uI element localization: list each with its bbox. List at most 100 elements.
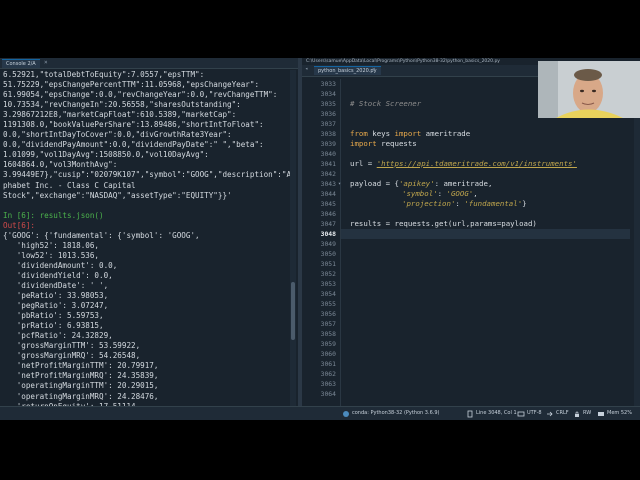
line-number: 3039	[320, 140, 336, 148]
line-number: 3040	[320, 150, 336, 158]
console-line: 10.73534,"revChangeIn":20.56558,"sharesO…	[3, 100, 241, 110]
line-number: 3063	[320, 380, 336, 388]
line-number: 3050	[320, 250, 336, 258]
current-line-highlight	[341, 229, 630, 239]
presenter-video	[538, 61, 640, 118]
console-tab[interactable]: Console 2/A	[2, 59, 40, 68]
console-line: 1604864.0,"vol3MonthAvg":	[3, 160, 118, 170]
line-number: 3034	[320, 90, 336, 98]
console-line: In [6]: results.json()	[3, 210, 104, 220]
close-icon[interactable]: ×	[44, 59, 48, 66]
line-number: 3041	[320, 160, 336, 168]
console-line: 61.99054,"epsChange":0.0,"revChangeYear"…	[3, 90, 278, 100]
console-line: 'low52': 1013.536,	[3, 250, 100, 260]
line-number: 3051	[320, 260, 336, 268]
lock-icon	[575, 411, 579, 417]
code-line-symbol: 'symbol': 'GOOG',	[402, 189, 478, 198]
console-line: 3.29867212E8,"marketCapFloat":610.5389,"…	[3, 110, 237, 120]
console-line: 'grossMarginMRQ': 54.26548,	[3, 351, 141, 361]
console-line: 'high52': 1818.06,	[3, 240, 100, 250]
webcam-overlay	[538, 61, 640, 118]
console-line: 1191308.0,"bookValuePerShare":13.89486,"…	[3, 120, 264, 130]
line-number: 3060	[320, 350, 336, 358]
code-editor[interactable]: 3033 3034 3035 3036 3037 3038 3039 3040 3041 3042…	[302, 79, 640, 406]
console-line: 'peRatio': 33.98053,	[3, 291, 109, 301]
cursor-icon	[467, 410, 473, 418]
console-line: 1.01099,"vol1DayAvg":1508850.0,"vol10Day…	[3, 150, 209, 160]
console-line: 'pbRatio': 5.59753,	[3, 311, 104, 321]
status-line-col: Line 3048, Col 1	[476, 410, 517, 416]
line-number: 3045	[320, 200, 336, 208]
line-number: 3038	[320, 130, 336, 138]
line-number: 3056	[320, 310, 336, 318]
console-line: 3.99449E7},"cusip":"02079K107","symbol":…	[3, 170, 293, 180]
status-rw: RW	[583, 410, 592, 416]
console-line: 6.52921,"totalDebtToEquity":7.0557,"epsT…	[3, 70, 205, 79]
console-output[interactable]: 6.52921,"totalDebtToEquity":7.0557,"epsT…	[0, 70, 293, 406]
encoding-icon	[517, 411, 525, 417]
line-number: 3054	[320, 290, 336, 298]
line-number: 3053	[320, 280, 336, 288]
console-line: 0.0,"shortIntDayToCover":0.0,"divGrowthR…	[3, 130, 232, 140]
line-number: 3048	[320, 230, 336, 238]
line-number: 3047	[320, 220, 336, 228]
editor-tab[interactable]: python_basics_2020.py	[314, 66, 381, 75]
code-line-import: import requests	[350, 139, 417, 148]
code-line-results: results = requests.get(url,params=payloa…	[350, 219, 537, 228]
line-number: 3058	[320, 330, 336, 338]
code-line-payload: payload = {'apikey': ameritrade,	[350, 179, 493, 188]
console-line: 'prRatio': 6.93815,	[3, 321, 104, 331]
chevron-left-icon[interactable]: ◂	[305, 66, 308, 72]
console-line: phabet Inc. - Class C Capital	[3, 180, 136, 190]
status-bar: conda: Python38-32 (Python 3.6.9) Line 3…	[0, 406, 640, 420]
line-number-gutter: 3033 3034 3035 3036 3037 3038 3039 3040 3041 3042…	[302, 79, 341, 406]
code-line-url: url = 'https://api.tdameritrade.com/v1/i…	[350, 159, 577, 168]
status-eol: CRLF	[556, 410, 569, 416]
memory-icon	[598, 412, 604, 416]
line-number: 3052	[320, 270, 336, 278]
console-line: 'pcfRatio': 24.32829,	[3, 331, 113, 341]
status-mem: Mem 52%	[607, 410, 632, 416]
python-icon	[343, 411, 349, 417]
line-number: 3049	[320, 240, 336, 248]
line-number: 3042	[320, 170, 336, 178]
line-number: 3061	[320, 360, 336, 368]
console-line: 'dividendAmount': 0.0,	[3, 260, 118, 270]
editor-scrollbar[interactable]	[634, 79, 640, 406]
console-line: 'operatingMarginMRQ': 24.28476,	[3, 391, 159, 401]
eol-icon	[547, 411, 553, 417]
console-line: 51.75229,"epsChangePercentTTM":11.05968,…	[3, 80, 260, 90]
line-number: 3035	[320, 100, 336, 108]
code-line-from-import: from keys import ameritrade	[350, 129, 471, 138]
fold-icon[interactable]: ▾	[338, 181, 341, 187]
console-line: 'operatingMarginTTM': 20.29015,	[3, 381, 159, 391]
line-number: 3036	[320, 110, 336, 118]
console-line: Stock","exchange":"NASDAQ","assetType":"…	[3, 190, 232, 200]
code-line-projection: 'projection': 'fundamental'}	[402, 199, 527, 208]
console-line: 'dividendYield': 0.0,	[3, 270, 113, 280]
scrollbar-thumb[interactable]	[291, 282, 295, 340]
console-line: 'dividendDate': ' ',	[3, 280, 109, 290]
console-tabbar: Console 2/A ×	[0, 58, 298, 69]
console-line: {'GOOG': {'fundamental': {'symbol': 'GOO…	[3, 230, 200, 240]
line-number: 3046	[320, 210, 336, 218]
status-conda: conda: Python38-32 (Python 3.6.9)	[352, 410, 440, 416]
close-icon[interactable]: ×	[372, 66, 376, 73]
console-line: 'grossMarginTTM': 53.59922,	[3, 341, 141, 351]
line-number: 3059	[320, 340, 336, 348]
line-number: 3057	[320, 320, 336, 328]
console-line: 0.0,"dividendPayAmount":0.0,"dividendPay…	[3, 140, 264, 150]
line-number: 3064	[320, 390, 336, 398]
line-number: 3033	[320, 80, 336, 88]
line-number: 3062	[320, 370, 336, 378]
console-pane: Console 2/A × 6.52921,"totalDebtToEquity…	[0, 58, 298, 406]
status-encoding: UTF-8	[527, 410, 542, 416]
console-line: 'pegRatio': 3.07247,	[3, 301, 109, 311]
line-number: 3043	[320, 180, 336, 188]
console-scrollbar[interactable]	[290, 70, 296, 406]
console-line: 'netProfitMarginTTM': 20.79917,	[3, 361, 159, 371]
line-number: 3037	[320, 120, 336, 128]
line-number: 3055	[320, 300, 336, 308]
console-line: Out[6]:	[3, 220, 36, 230]
